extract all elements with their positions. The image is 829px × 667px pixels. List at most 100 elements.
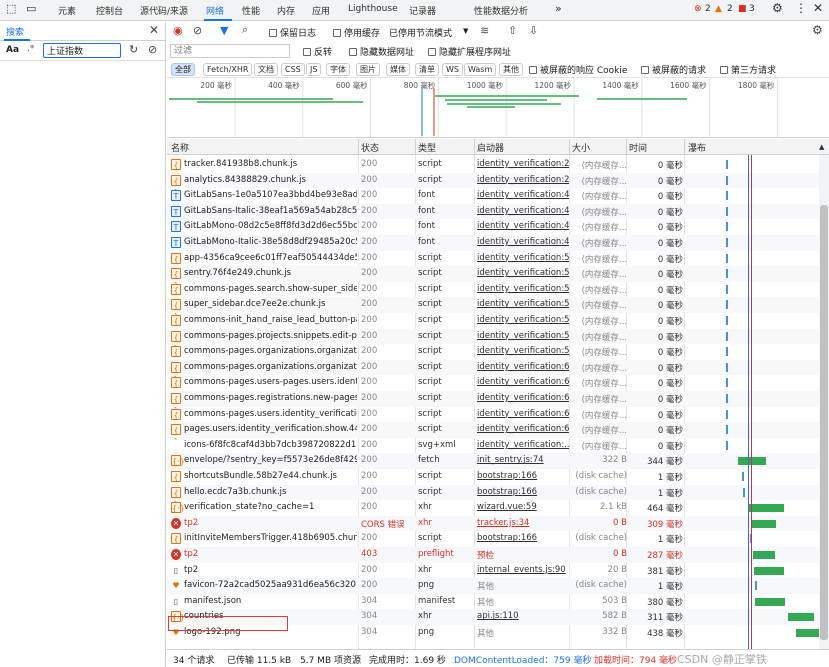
col-header-status[interactable]: 状态 (361, 141, 379, 154)
tab-performance-insights[interactable]: 性能数据分析 (474, 4, 528, 17)
throttle-select[interactable]: 已停用节流模式 (389, 26, 452, 39)
table-row[interactable]: { }hello.ecdc7a3b.chunk.js 200 script boots… (167, 484, 829, 509)
tab-memory[interactable]: 内存 (277, 4, 295, 17)
request-initiator[interactable]: identity_verification:28 (477, 175, 569, 185)
blocked-requests-checkbox[interactable]: 被屏蔽的请求 (641, 63, 706, 76)
network-overview-timeline[interactable]: 200 毫秒 400 毫秒 600 毫秒 800 毫秒 1000 毫秒 1200 毫秒 14… (167, 78, 829, 138)
settings-gear-icon[interactable]: ⚙ (772, 1, 783, 15)
regex-toggle[interactable]: .* (27, 44, 34, 54)
tab-recorder[interactable]: 记录器 (409, 4, 436, 17)
type-chip-js[interactable]: JS (306, 63, 322, 76)
request-initiator[interactable]: identity_verification:59 (477, 346, 569, 356)
close-icon[interactable]: ✕ (149, 23, 159, 37)
column-divider[interactable] (358, 139, 359, 155)
clear-icon[interactable]: ⊘ (148, 43, 157, 56)
type-chip-img[interactable]: 图片 (356, 63, 380, 76)
clear-log-icon[interactable]: ⊘ (193, 24, 202, 37)
request-initiator[interactable]: identity_verification:60 (477, 362, 569, 372)
type-chip-all[interactable]: 全部 (171, 63, 195, 76)
request-initiator[interactable]: identity_verification:61 (477, 377, 569, 387)
blocked-cookies-checkbox[interactable]: 被屏蔽的响应 Cookie (529, 63, 627, 76)
type-chip-manifest[interactable]: 清单 (415, 63, 439, 76)
request-initiator[interactable]: identity_verification:52 (477, 268, 569, 278)
request-initiator[interactable]: bootstrap:166 (477, 471, 569, 481)
inspect-element-icon[interactable]: ⬚ (6, 2, 16, 15)
request-initiator[interactable]: identity_verification:... (477, 440, 569, 450)
table-row[interactable]: { }commons-pages.search.show-super_side.… (167, 282, 829, 306)
preserve-log-checkbox[interactable]: 保留日志 (269, 26, 316, 39)
request-initiator[interactable]: 预检 (477, 549, 569, 561)
search-input[interactable] (43, 43, 121, 58)
type-chip-other[interactable]: 其他 (499, 63, 523, 76)
warning-count[interactable]: 2 (727, 4, 733, 14)
request-initiator[interactable]: bootstrap:166 (477, 487, 569, 497)
table-row[interactable]: { }shortcutsBundle.58b27e44.chunk.js 200 s… (167, 469, 829, 493)
type-chip-font[interactable]: 字体 (326, 63, 350, 76)
column-divider[interactable] (626, 139, 627, 155)
error-count[interactable]: 2 (705, 4, 711, 14)
column-divider[interactable] (684, 139, 685, 155)
table-row[interactable]: { }commons-pages.users.identity_verifica… (167, 407, 829, 431)
request-initiator[interactable]: identity_verification:47 (477, 237, 569, 247)
table-row[interactable]: ♥ favicon-72a2cad5025aa931d6ea56c3201... 2… (167, 578, 829, 594)
type-chip-css[interactable]: CSS (281, 63, 305, 76)
col-header-waterfall[interactable]: 瀑布 (688, 141, 706, 154)
col-header-initiator[interactable]: 启动器 (477, 141, 504, 154)
table-row[interactable]: { }commons-pages.users-pages.users.ident… (167, 375, 829, 399)
invert-checkbox[interactable]: 反转 (303, 45, 332, 58)
request-initiator[interactable]: identity_verification:56 (477, 299, 569, 309)
network-conditions-icon[interactable]: ≋ (480, 24, 489, 37)
match-case-toggle[interactable]: Aa (6, 45, 19, 55)
table-row[interactable]: T GitLabSans-1e0a5107ea3bbd4be93e8ad2... 2… (167, 188, 829, 204)
filter-icon[interactable]: ▼ (220, 24, 228, 37)
request-initiator[interactable]: init_sentry.js:74 (477, 455, 569, 465)
table-row[interactable]: { }super_sidebar.dce7ee2e.chunk.js 200 scr… (167, 297, 829, 321)
col-header-type[interactable]: 类型 (418, 141, 436, 154)
type-chip-ws[interactable]: WS (442, 63, 463, 76)
col-header-time[interactable]: 时间 (629, 141, 647, 154)
request-initiator[interactable]: identity_verification:27 (477, 159, 569, 169)
tab-performance[interactable]: 性能 (242, 4, 260, 17)
tab-console[interactable]: 控制台 (96, 4, 123, 17)
export-har-icon[interactable]: ⇩ (529, 24, 538, 37)
table-row[interactable]: { }analytics.84388829.chunk.js 200 script i… (167, 172, 829, 197)
column-divider[interactable] (569, 139, 570, 155)
request-initiator[interactable]: identity_verification:45 (477, 206, 569, 216)
type-chip-doc[interactable]: 文档 (254, 63, 278, 76)
table-row[interactable]: { }commons-init_hand_raise_lead_button-p… (167, 313, 829, 337)
col-header-size[interactable]: 大小 (572, 141, 590, 154)
tab-network[interactable]: 网络 (206, 4, 224, 17)
table-row[interactable]: { }commons-pages.organizations.organizat… (167, 359, 829, 384)
chevron-down-icon[interactable]: ▼ (463, 27, 468, 35)
table-row[interactable]: ▯ manifest.json 304 manifest 其他 503 B 380 毫秒 (167, 594, 829, 610)
request-initiator[interactable]: identity_verification:62 (477, 393, 569, 403)
request-initiator[interactable]: identity_verification:55 (477, 284, 569, 294)
issues-count[interactable]: 3 (749, 4, 755, 14)
table-row[interactable]: { }sentry.76f4e249.chunk.js 200 script iden… (167, 266, 829, 290)
hide-extension-urls-checkbox[interactable]: 隐藏扩展程序网址 (428, 45, 511, 58)
tab-lighthouse[interactable]: Lighthouse (348, 4, 398, 14)
column-divider[interactable] (415, 139, 416, 155)
type-chip-media[interactable]: 媒体 (386, 63, 410, 76)
type-chip-fetch-xhr[interactable]: Fetch/XHR (203, 63, 253, 76)
scrollbar-thumb[interactable] (820, 205, 828, 640)
refresh-icon[interactable]: ↻ (129, 43, 138, 56)
table-row[interactable]: { }pages.users.identity_verification.sho… (167, 422, 829, 446)
request-initiator[interactable]: tracker.js:34 (477, 518, 569, 528)
table-row[interactable]: { }app-4356ca9cee6c01ff7eaf50544434de5d.… (167, 251, 829, 275)
sort-triangle-icon[interactable]: ▲ (819, 143, 824, 151)
table-row[interactable]: ▯ tp2 200 xhr internal_events.js:90 20 B 381 毫… (167, 563, 829, 579)
request-initiator[interactable]: identity_verification:46 (477, 221, 569, 231)
tab-application[interactable]: 应用 (312, 4, 330, 17)
close-devtools-icon[interactable]: ✕ (813, 1, 823, 15)
hide-data-urls-checkbox[interactable]: 隐藏数据网址 (349, 45, 414, 58)
type-chip-wasm[interactable]: Wasm (464, 63, 497, 76)
more-options-icon[interactable]: ⋮ (795, 1, 807, 15)
column-divider[interactable] (474, 139, 475, 155)
request-initiator[interactable]: 其他 (477, 627, 569, 639)
network-settings-icon[interactable]: ⚙ (812, 23, 823, 37)
table-row[interactable]: { }initInviteMembersTrigger.418b6905.chu… (167, 531, 829, 555)
record-stop-icon[interactable]: ◉ (173, 24, 183, 37)
tab-sources[interactable]: 源代码/来源 (140, 4, 188, 17)
request-initiator[interactable]: 其他 (477, 580, 569, 592)
